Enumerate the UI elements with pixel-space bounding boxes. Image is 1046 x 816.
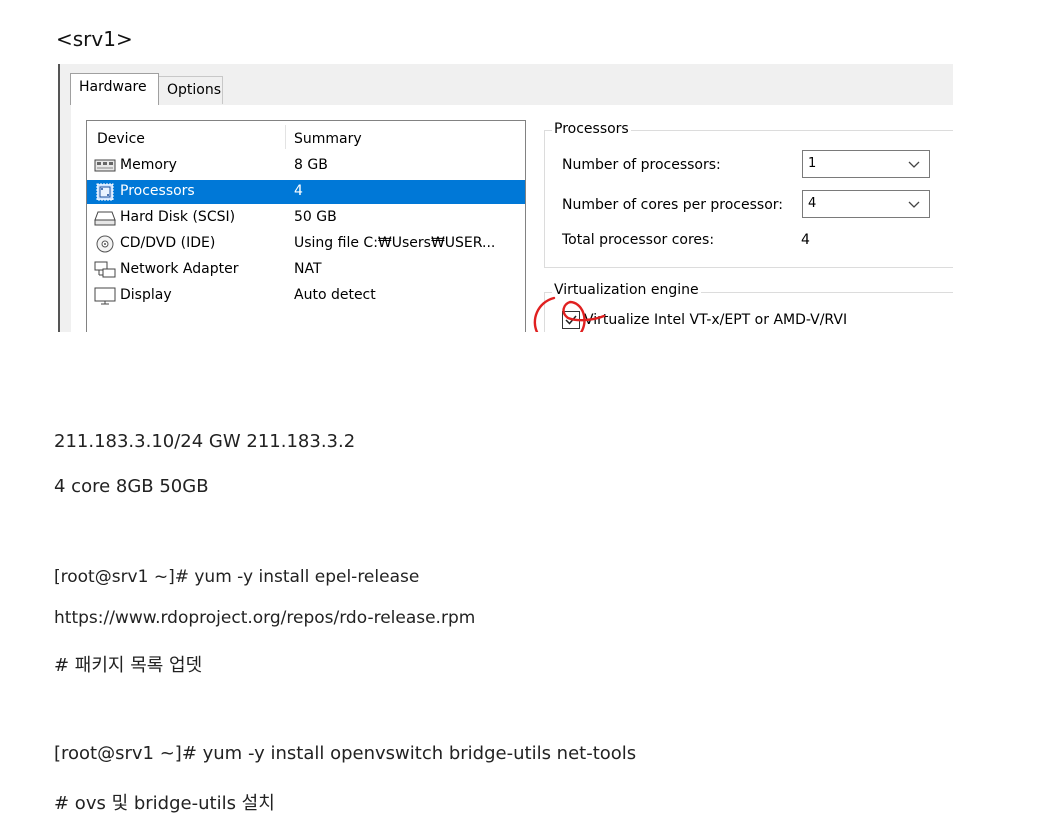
device-row-memory[interactable]: Memory 8 GB	[87, 154, 525, 178]
processor-icon	[94, 183, 116, 201]
num-processors-value: 1	[808, 156, 817, 171]
device-name: Display	[120, 287, 172, 303]
display-icon	[94, 287, 116, 305]
vm-settings-screenshot: Options Hardware Device Summary Memory 8…	[58, 64, 953, 332]
summary-column-header[interactable]: Summary	[294, 131, 362, 147]
chevron-down-icon	[907, 197, 921, 211]
device-row-hard-disk[interactable]: Hard Disk (SCSI) 50 GB	[87, 206, 525, 230]
device-name: Memory	[120, 157, 177, 173]
total-cores-label: Total processor cores:	[562, 232, 715, 248]
tab-options[interactable]: Options	[158, 76, 223, 104]
column-separator	[285, 125, 286, 149]
device-row-processors[interactable]: Processors 4	[87, 180, 525, 204]
total-cores-value: 4	[801, 232, 810, 248]
network-note: 211.183.3.10/24 GW 211.183.3.2	[54, 431, 356, 452]
page-heading: <srv1>	[56, 27, 133, 51]
device-summary: 8 GB	[294, 157, 328, 173]
annotation-circle-icon	[533, 296, 606, 332]
device-summary: NAT	[294, 261, 322, 277]
comment-2: # ovs 및 bridge-utils 설치	[54, 793, 275, 814]
device-name: Processors	[120, 183, 195, 199]
device-column-header[interactable]: Device	[97, 131, 145, 147]
device-row-network-adapter[interactable]: Network Adapter NAT	[87, 258, 525, 282]
device-name: CD/DVD (IDE)	[120, 235, 216, 251]
cd-dvd-icon	[94, 235, 116, 253]
device-name: Network Adapter	[120, 261, 239, 277]
specs-note: 4 core 8GB 50GB	[54, 476, 209, 497]
cores-per-processor-select[interactable]: 4	[802, 190, 930, 218]
device-row-cd-dvd[interactable]: CD/DVD (IDE) Using file C:₩Users₩USER...	[87, 232, 525, 256]
device-summary: Auto detect	[294, 287, 376, 303]
processors-group-label: Processors	[552, 121, 631, 137]
device-list: Device Summary Memory 8 GB Processors 4 …	[86, 120, 526, 332]
cores-per-processor-value: 4	[808, 196, 817, 211]
num-processors-select[interactable]: 1	[802, 150, 930, 178]
device-summary: 50 GB	[294, 209, 337, 225]
network-adapter-icon	[94, 261, 116, 279]
num-processors-label: Number of processors:	[562, 157, 721, 173]
chevron-down-icon	[907, 157, 921, 171]
virtualize-checkbox-label[interactable]: Virtualize Intel VT-x/EPT or AMD-V/RVI	[584, 312, 847, 328]
device-name: Hard Disk (SCSI)	[120, 209, 236, 225]
command-line-2: [root@srv1 ~]# yum -y install openvswitc…	[54, 743, 637, 764]
device-summary: Using file C:₩Users₩USER...	[294, 235, 496, 251]
hard-disk-icon	[94, 209, 116, 227]
cores-per-processor-label: Number of cores per processor:	[562, 197, 783, 213]
device-summary: 4	[294, 183, 303, 199]
memory-icon	[94, 157, 116, 175]
device-row-display[interactable]: Display Auto detect	[87, 284, 525, 308]
repo-url[interactable]: https://www.rdoproject.org/repos/rdo-rel…	[54, 608, 475, 628]
tab-hardware[interactable]: Hardware	[70, 73, 159, 105]
comment-1: # 패키지 목록 업뎃	[54, 655, 203, 676]
command-line-1: [root@srv1 ~]# yum -y install epel-relea…	[54, 567, 420, 587]
